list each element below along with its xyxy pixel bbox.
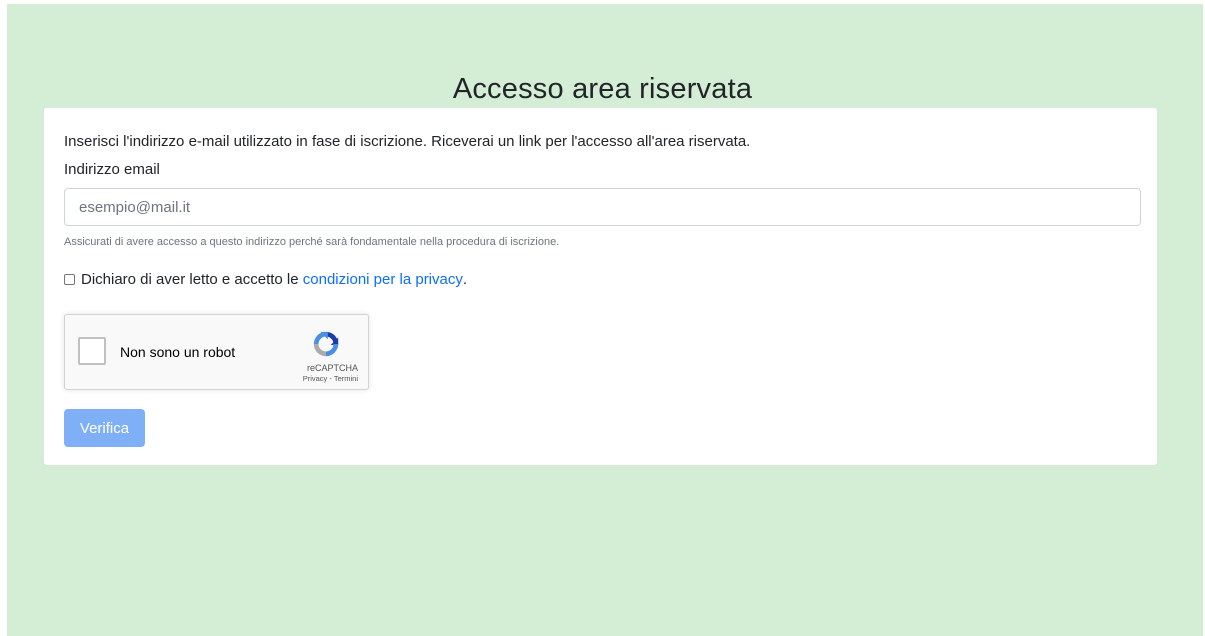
verify-button[interactable]: Verifica bbox=[64, 409, 145, 447]
page-title: Accesso area riservata bbox=[452, 73, 753, 106]
privacy-conditions-link[interactable]: condizioni per la privacy bbox=[303, 271, 463, 288]
recaptcha-checkbox[interactable] bbox=[78, 337, 106, 365]
intro-text: Inserisci l'indirizzo e-mail utilizzato … bbox=[64, 133, 751, 150]
login-card: Inserisci l'indirizzo e-mail utilizzato … bbox=[43, 107, 1158, 466]
email-input[interactable] bbox=[64, 188, 1141, 226]
recaptcha-terms-link[interactable]: Termini bbox=[334, 374, 358, 383]
privacy-consent-row: Dichiaro di aver letto e accetto le cond… bbox=[64, 271, 467, 288]
email-label: Indirizzo email bbox=[64, 161, 160, 178]
recaptcha-privacy-link[interactable]: Privacy bbox=[303, 374, 328, 383]
recaptcha-label: Non sono un robot bbox=[120, 344, 236, 360]
email-help-text: Assicurati di avere accesso a questo ind… bbox=[64, 236, 560, 248]
privacy-checkbox[interactable] bbox=[64, 274, 75, 285]
recaptcha-logo-icon bbox=[313, 331, 339, 357]
privacy-label: Dichiaro di aver letto e accetto le bbox=[81, 271, 303, 288]
recaptcha-links: Privacy - Termini bbox=[303, 374, 358, 383]
privacy-label-end: . bbox=[462, 271, 468, 288]
recaptcha-brand: reCAPTCHA bbox=[306, 363, 358, 373]
recaptcha-widget: Non sono un robot reCAPTCHA Privacy - Te… bbox=[64, 314, 369, 390]
